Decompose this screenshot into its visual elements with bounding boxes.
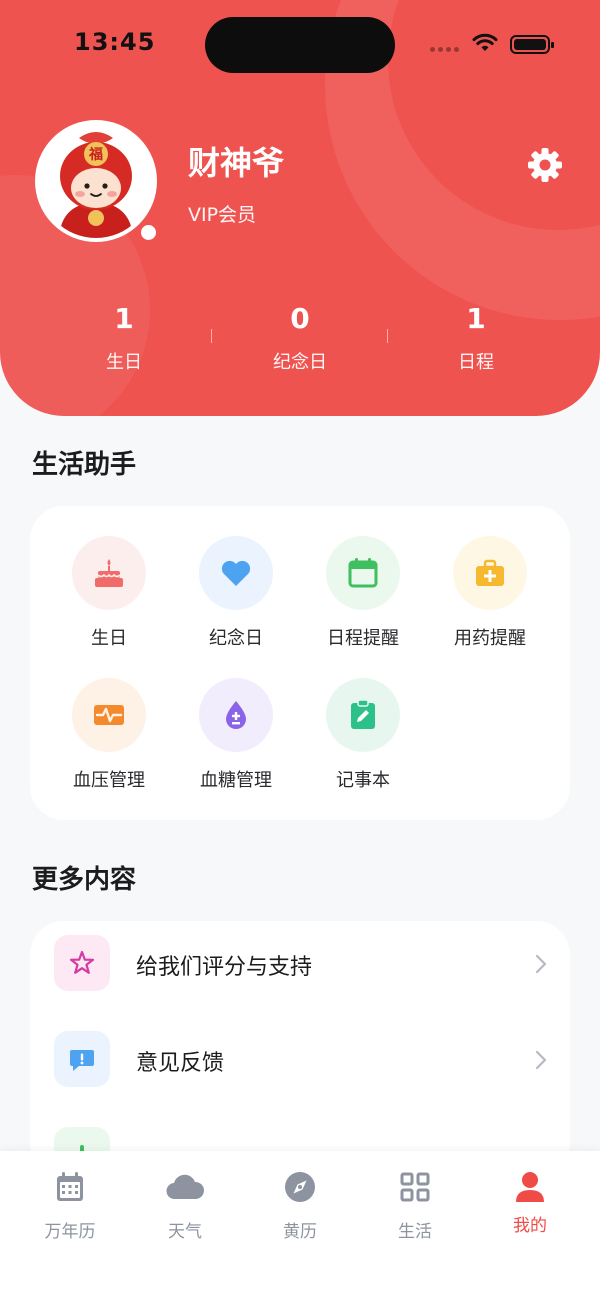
- chevron-right-icon: [535, 954, 547, 974]
- notepad-icon: [351, 699, 375, 729]
- stat-birthdays[interactable]: 1 生日: [64, 302, 184, 374]
- list-item-feedback[interactable]: 意见反馈: [54, 1017, 554, 1113]
- tool-label: 纪念日: [209, 628, 263, 649]
- row-label: 给我们评分与支持: [136, 955, 313, 980]
- calendar-icon: [57, 1172, 83, 1201]
- feedback-icon: [70, 1050, 94, 1071]
- stat-value: 1: [466, 302, 486, 335]
- cake-icon: [95, 559, 123, 587]
- calendar-icon: [348, 558, 378, 588]
- tab-label: 天气: [168, 1222, 202, 1242]
- cloud-icon: [166, 1174, 205, 1200]
- stat-divider: [387, 329, 388, 343]
- tool-icon-bg: [326, 536, 400, 610]
- avatar[interactable]: 福: [35, 120, 157, 242]
- grid-icon: [400, 1172, 430, 1202]
- tab-label: 我的: [513, 1216, 547, 1236]
- tool-blood-sugar[interactable]: 血糖管理: [173, 678, 299, 798]
- tool-label: 生日: [91, 628, 127, 649]
- tool-schedule-reminder[interactable]: 日程提醒: [300, 536, 426, 656]
- row-icon-bg: [54, 935, 110, 991]
- signal-icon: [430, 47, 435, 52]
- stat-anniversaries[interactable]: 0 纪念日: [240, 302, 360, 374]
- more-content-card: 给我们评分与支持 意见反馈: [30, 921, 570, 1183]
- stat-label: 日程: [458, 352, 494, 373]
- star-icon: [69, 950, 95, 974]
- person-icon: [516, 1172, 544, 1202]
- tool-icon-bg: [199, 678, 273, 752]
- tab-label: 黄历: [283, 1222, 317, 1242]
- dynamic-island: [205, 17, 395, 73]
- status-time: 13:45: [74, 28, 156, 56]
- tab-almanac[interactable]: 黄历: [250, 1169, 350, 1242]
- tab-label: 生活: [398, 1222, 432, 1242]
- stat-schedules[interactable]: 1 日程: [416, 302, 536, 374]
- tool-icon-bg: [72, 678, 146, 752]
- tab-mine[interactable]: 我的: [480, 1169, 580, 1236]
- heart-icon: [221, 560, 251, 586]
- tab-label: 万年历: [44, 1222, 96, 1242]
- section-title-life-assistant: 生活助手: [32, 450, 137, 480]
- avatar-fu-char: 福: [88, 146, 103, 163]
- signal-icon: [438, 47, 443, 52]
- signal-icon: [446, 47, 451, 52]
- tool-icon-bg: [326, 678, 400, 752]
- tool-icon-bg: [453, 536, 527, 610]
- tool-label: 用药提醒: [454, 628, 526, 649]
- list-item-rate-us[interactable]: 给我们评分与支持: [54, 921, 554, 1017]
- tool-label: 血压管理: [73, 770, 145, 791]
- online-status-dot: [141, 225, 156, 240]
- tool-label: 日程提醒: [327, 628, 399, 649]
- bottom-tab-bar: 万年历 天气 黄历 生活 我的: [0, 1151, 600, 1301]
- settings-button[interactable]: [524, 144, 566, 186]
- tool-notepad[interactable]: 记事本: [300, 678, 426, 798]
- tool-label: 记事本: [336, 770, 390, 791]
- tool-icon-bg: [72, 536, 146, 610]
- life-assistant-card: 生日 纪念日 日程提醒 用药提醒 血压管理 血糖管理 记事本: [30, 506, 570, 820]
- tab-weather[interactable]: 天气: [135, 1169, 235, 1242]
- signal-icon: [454, 47, 459, 52]
- wifi-icon: [472, 33, 498, 51]
- medkit-icon: [476, 559, 504, 586]
- tab-calendar[interactable]: 万年历: [20, 1169, 120, 1242]
- stat-divider: [211, 329, 212, 343]
- row-label: 意见反馈: [136, 1051, 225, 1076]
- battery-icon: [510, 35, 554, 54]
- pulse-icon: [94, 705, 124, 725]
- tool-icon-bg: [199, 536, 273, 610]
- stat-value: 1: [114, 302, 134, 335]
- compass-icon: [285, 1172, 315, 1202]
- tab-life[interactable]: 生活: [365, 1169, 465, 1242]
- tool-blood-pressure[interactable]: 血压管理: [46, 678, 172, 798]
- stat-label: 生日: [106, 352, 142, 373]
- tool-medication-reminder[interactable]: 用药提醒: [427, 536, 553, 656]
- username: 财神爷: [188, 144, 285, 182]
- membership-label: VIP会员: [188, 204, 257, 226]
- mascot-avatar-icon: 福: [39, 124, 153, 238]
- chevron-right-icon: [535, 1050, 547, 1070]
- tool-label: 血糖管理: [200, 770, 272, 791]
- drop-icon: [226, 701, 246, 729]
- stat-label: 纪念日: [273, 352, 327, 373]
- status-icons: [430, 31, 554, 57]
- gear-icon: [528, 148, 562, 182]
- stat-value: 0: [290, 302, 310, 335]
- tool-anniversary[interactable]: 纪念日: [173, 536, 299, 656]
- row-icon-bg: [54, 1031, 110, 1087]
- section-title-more: 更多内容: [32, 865, 137, 895]
- tool-birthday[interactable]: 生日: [46, 536, 172, 656]
